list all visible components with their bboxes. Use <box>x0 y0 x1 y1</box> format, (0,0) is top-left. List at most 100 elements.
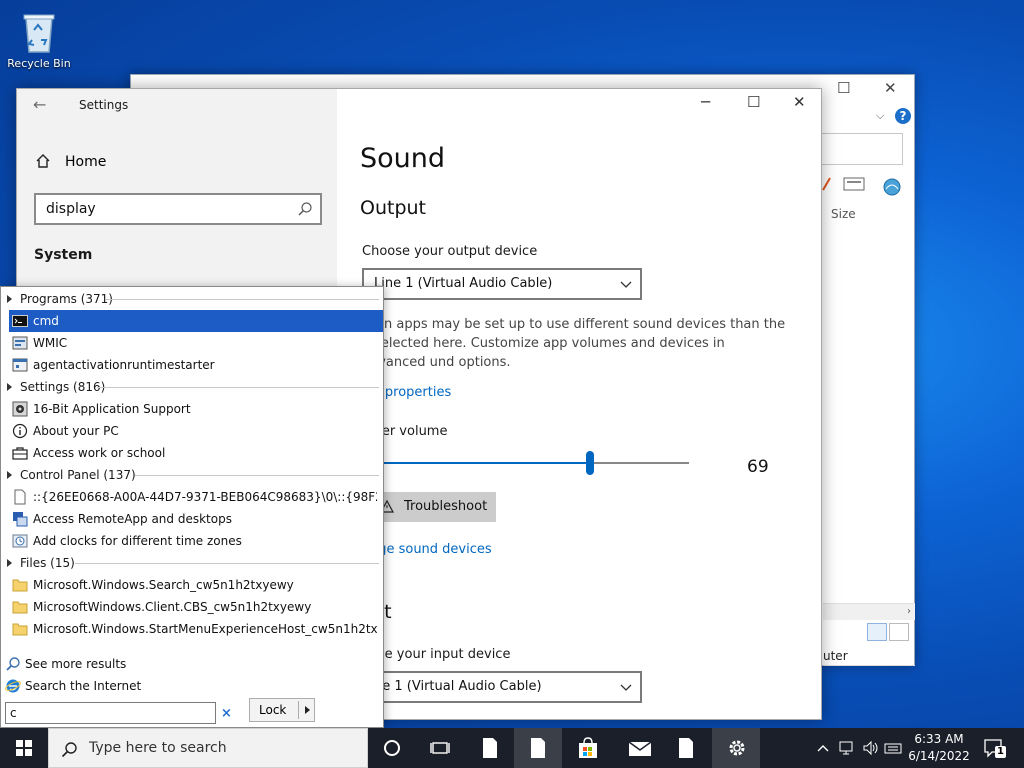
result-item-search-folder[interactable]: Microsoft.Windows.Search_cw5n1h2txyewy <box>9 574 383 596</box>
group-label: Control Panel (137) <box>20 468 136 482</box>
output-device-value: Line 1 (Virtual Audio Cable) <box>374 276 553 291</box>
search-internet-label: Search the Internet <box>25 679 142 693</box>
power-options-arrow-icon[interactable] <box>305 706 310 714</box>
volume-icon[interactable] <box>862 739 880 757</box>
chevron-up-icon[interactable] <box>816 739 834 757</box>
settings-title: Settings <box>79 98 129 112</box>
group-divider <box>97 387 379 388</box>
result-item-about-pc[interactable]: About your PC <box>9 420 383 442</box>
start-button[interactable] <box>0 728 48 768</box>
clock-icon <box>12 533 28 549</box>
lock-button[interactable]: Lock <box>249 698 315 722</box>
result-label: agentactivationruntimestarter <box>33 358 215 372</box>
system-section-label: System <box>34 247 93 263</box>
internet-explorer-icon <box>5 678 21 694</box>
network-icon[interactable] <box>881 175 903 197</box>
result-item-access-work[interactable]: Access work or school <box>9 442 383 464</box>
result-item-remoteapp[interactable]: Access RemoteApp and desktops <box>9 508 383 530</box>
clear-search-icon[interactable]: × <box>221 706 232 721</box>
recycle-bin-shortcut[interactable]: Recycle Bin <box>6 6 72 70</box>
keyboard-icon[interactable] <box>884 739 902 757</box>
volume-slider-thumb[interactable] <box>586 451 594 475</box>
search-box[interactable] <box>821 133 903 165</box>
lock-divider <box>298 701 299 719</box>
group-label: Settings (816) <box>20 380 106 394</box>
result-item-guid[interactable]: ::{26EE0668-A00A-44D7-9371-BEB064C98683}… <box>9 486 383 508</box>
maximize-icon[interactable]: ☐ <box>837 79 850 97</box>
taskbar-search-box[interactable]: Type here to search <box>48 728 368 768</box>
group-label: Programs (371) <box>20 292 113 306</box>
result-item-startmenu-folder[interactable]: Microsoft.Windows.StartMenuExperienceHos… <box>9 618 383 640</box>
result-item-16bit-support[interactable]: 16-Bit Application Support <box>9 398 383 420</box>
search-internet-link[interactable]: Search the Internet <box>5 678 205 696</box>
taskbar-clock[interactable]: 6:33 AM 6/14/2022 <box>906 731 972 765</box>
horizontal-scrollbar[interactable]: › <box>823 603 915 620</box>
result-label: MicrosoftWindows.Client.CBS_cw5n1h2txyew… <box>33 600 312 614</box>
taskbar: Type here to search 6:33 AM 6/14/2022 1 <box>0 728 1024 768</box>
group-header-settings[interactable]: Settings (816) <box>7 377 379 397</box>
action-center-button[interactable]: 1 <box>982 736 1006 760</box>
search-results-panel[interactable]: Programs (371) cmd WMIC agentactivationr… <box>0 286 384 728</box>
result-label: Access RemoteApp and desktops <box>33 512 232 526</box>
volume-slider-fill <box>371 462 590 464</box>
large-icons-view-icon[interactable] <box>889 623 909 641</box>
start-search-input[interactable]: c <box>5 702 216 724</box>
taskbar-app-settings[interactable] <box>712 728 760 768</box>
network-icon[interactable] <box>838 739 856 757</box>
start-search-value: c <box>10 706 17 720</box>
expand-triangle-icon <box>7 559 12 567</box>
details-view-icon[interactable] <box>867 623 887 641</box>
chevron-down-icon[interactable]: ⌵ <box>876 109 884 123</box>
recycle-bin-icon <box>19 10 59 54</box>
see-more-label: See more results <box>25 657 127 671</box>
search-icon[interactable] <box>297 201 313 217</box>
taskbar-app-mail[interactable] <box>614 728 662 768</box>
scroll-right-icon[interactable]: › <box>907 606 911 617</box>
wmic-icon <box>12 335 28 351</box>
volume-value: 69 <box>747 457 769 477</box>
output-device-label: Choose your output device <box>362 244 538 259</box>
gear-icon <box>726 737 746 759</box>
see-more-results-link[interactable]: See more results <box>5 656 205 674</box>
rename-icon[interactable] <box>821 177 831 191</box>
home-nav-item[interactable]: Home <box>65 154 106 170</box>
taskbar-app-document-1[interactable] <box>466 728 514 768</box>
task-view-icon <box>430 737 450 759</box>
result-item-add-clocks[interactable]: Add clocks for different time zones <box>9 530 383 552</box>
help-icon[interactable]: ? <box>895 108 911 124</box>
task-view-button[interactable] <box>416 728 464 768</box>
info-icon <box>12 423 28 439</box>
taskbar-search-placeholder: Type here to search <box>89 740 227 756</box>
result-item-agentactivation[interactable]: agentactivationruntimestarter <box>9 354 383 376</box>
search-icon <box>5 656 21 672</box>
result-label: cmd <box>33 314 59 328</box>
back-arrow-icon[interactable]: ← <box>33 95 46 114</box>
folder-icon <box>12 599 28 615</box>
properties-icon[interactable] <box>843 177 865 191</box>
taskbar-app-document-2[interactable] <box>514 728 562 768</box>
size-column-header[interactable]: Size <box>831 207 856 221</box>
taskbar-app-store[interactable] <box>564 728 612 768</box>
settings-search-input[interactable]: display <box>34 193 322 225</box>
taskbar-app-document-3[interactable] <box>662 728 710 768</box>
cortana-button[interactable] <box>368 728 416 768</box>
recycle-bin-label: Recycle Bin <box>7 57 71 70</box>
close-icon[interactable]: ✕ <box>884 79 897 97</box>
result-item-cbs-folder[interactable]: MicrosoftWindows.Client.CBS_cw5n1h2txyew… <box>9 596 383 618</box>
result-item-wmic[interactable]: WMIC <box>9 332 383 354</box>
cmd-icon <box>12 313 28 329</box>
result-item-cmd[interactable]: cmd <box>9 310 383 332</box>
group-header-programs[interactable]: Programs (371) <box>7 289 379 309</box>
group-header-control-panel[interactable]: Control Panel (137) <box>7 465 379 485</box>
group-header-files[interactable]: Files (15) <box>7 553 379 573</box>
output-device-dropdown[interactable]: Line 1 (Virtual Audio Cable) <box>362 268 642 300</box>
home-icon <box>35 153 51 169</box>
file-icon <box>12 489 28 505</box>
output-description: rtain apps may be set up to use differen… <box>362 317 786 370</box>
app-icon <box>12 357 28 373</box>
mail-icon <box>628 737 652 759</box>
briefcase-icon <box>12 445 28 461</box>
input-device-dropdown[interactable]: ne 1 (Virtual Audio Cable) <box>362 671 642 703</box>
result-label: Add clocks for different time zones <box>33 534 242 548</box>
group-divider <box>75 563 379 564</box>
